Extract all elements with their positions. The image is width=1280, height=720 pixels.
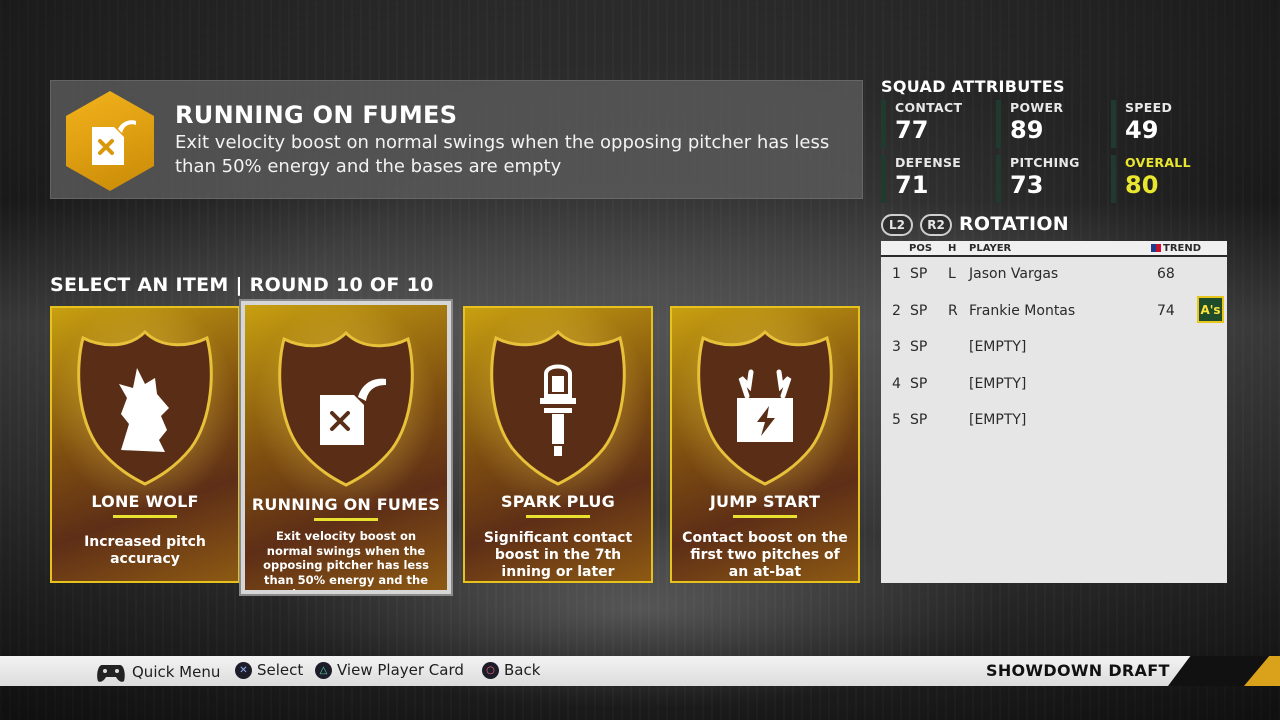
attr-overall: OVERALL 80 <box>1111 155 1211 203</box>
row-number: 5 <box>892 412 901 429</box>
attr-label: SPEED <box>1125 100 1173 115</box>
attr-contact: CONTACT 77 <box>881 100 981 148</box>
attr-label: DEFENSE <box>895 155 962 170</box>
attr-label: PITCHING <box>1010 155 1080 170</box>
card-divider <box>733 515 797 518</box>
controller-icon <box>97 665 125 682</box>
attr-speed: SPEED 49 <box>1111 100 1211 148</box>
l2-button[interactable]: L2 <box>881 214 913 236</box>
table-row[interactable]: 3 SP [EMPTY] <box>881 330 1227 367</box>
attr-label: POWER <box>1010 100 1064 115</box>
mode-title: SHOWDOWN DRAFT <box>986 661 1170 680</box>
row-pos: SP <box>910 266 928 282</box>
item-card-jump-start[interactable]: JUMP START Contact boost on the first tw… <box>670 306 860 583</box>
select-prompt[interactable]: ✕ Select <box>235 661 303 679</box>
cross-button-icon: ✕ <box>235 661 252 679</box>
row-number: 2 <box>892 302 901 319</box>
item-card-lone-wolf[interactable]: LONE WOLF Increased pitch accuracy <box>50 306 240 583</box>
card-divider <box>526 515 590 518</box>
card-name: LONE WOLF <box>91 492 199 511</box>
header-player: PLAYER <box>969 243 1012 254</box>
attr-value: 80 <box>1125 171 1159 199</box>
item-card-running-on-fumes[interactable]: RUNNING ON FUMES Exit velocity boost on … <box>239 299 453 596</box>
header-trend: TREND <box>1151 243 1201 254</box>
table-row[interactable]: 1 SP L Jason Vargas 68 <box>881 257 1227 294</box>
row-number: 3 <box>892 339 901 356</box>
row-hand: R <box>948 302 958 319</box>
card-divider <box>314 518 378 521</box>
row-pos: SP <box>910 339 928 356</box>
rotation-table: POS H PLAYER TREND 1 SP L Jason Vargas 6… <box>881 241 1227 583</box>
card-name: SPARK PLUG <box>501 492 615 511</box>
triangle-button-icon: △ <box>315 661 332 679</box>
row-pos: SP <box>910 412 928 429</box>
row-pos: SP <box>910 375 928 392</box>
attr-defense: DEFENSE 71 <box>881 155 981 203</box>
card-divider <box>113 515 177 518</box>
quick-menu-label: Quick Menu <box>132 663 221 681</box>
table-row[interactable]: 5 SP [EMPTY] <box>881 403 1227 440</box>
table-header: POS H PLAYER TREND <box>881 241 1227 257</box>
card-name: RUNNING ON FUMES <box>251 495 441 514</box>
team-logo: A's <box>1197 296 1224 323</box>
select-item-round-label: SELECT AN ITEM | ROUND 10 OF 10 <box>50 274 434 296</box>
header-pos: POS <box>909 243 933 254</box>
row-player: [EMPTY] <box>969 412 1027 429</box>
shield-emblem <box>77 329 213 486</box>
table-row[interactable]: 4 SP [EMPTY] <box>881 367 1227 404</box>
card-description: Significant contact boost in the 7th inn… <box>483 530 633 580</box>
attr-value: 77 <box>895 116 929 144</box>
row-number: 4 <box>892 375 901 392</box>
attr-label: CONTACT <box>895 100 963 115</box>
view-player-card-label: View Player Card <box>337 661 464 679</box>
attr-value: 73 <box>1010 171 1044 199</box>
item-card-spark-plug[interactable]: SPARK PLUG Significant contact boost in … <box>463 306 653 583</box>
attr-power: POWER 89 <box>996 100 1096 148</box>
back-label: Back <box>504 661 541 679</box>
banner-description: Exit velocity boost on normal swings whe… <box>175 132 830 177</box>
row-trend: 68 <box>1157 266 1175 282</box>
attr-value: 49 <box>1125 116 1159 144</box>
banner-title: RUNNING ON FUMES <box>175 101 458 129</box>
row-player: [EMPTY] <box>969 375 1027 392</box>
flag-icon <box>1151 244 1161 252</box>
fuel-can-icon <box>66 91 154 191</box>
card-description: Exit velocity boost on normal swings whe… <box>263 529 429 594</box>
attr-value: 71 <box>895 171 929 199</box>
row-player: Frankie Montas <box>969 302 1076 319</box>
row-player: [EMPTY] <box>969 339 1027 356</box>
table-row[interactable]: 2 SP R Frankie Montas 74 <box>881 294 1227 331</box>
select-label: Select <box>257 661 304 679</box>
circle-button-icon: ○ <box>482 661 499 679</box>
row-pos: SP <box>910 302 928 319</box>
rotation-title: ROTATION <box>959 213 1069 235</box>
shield-emblem <box>490 329 626 486</box>
r2-button[interactable]: R2 <box>920 214 952 236</box>
header-hand: H <box>948 243 957 254</box>
row-number: 1 <box>892 266 901 282</box>
view-player-card-prompt[interactable]: △ View Player Card <box>315 661 464 679</box>
card-name: JUMP START <box>709 492 821 511</box>
attr-value: 89 <box>1010 116 1044 144</box>
attr-pitching: PITCHING 73 <box>996 155 1096 203</box>
row-player: Jason Vargas <box>969 266 1059 282</box>
selected-item-banner: RUNNING ON FUMES Exit velocity boost on … <box>50 80 863 199</box>
row-trend: 74 <box>1157 302 1175 319</box>
row-hand: L <box>948 266 956 282</box>
quick-menu-prompt[interactable]: Quick Menu <box>96 661 220 683</box>
back-prompt[interactable]: ○ Back <box>482 661 540 679</box>
shield-emblem <box>697 329 833 486</box>
card-description: Increased pitch accuracy <box>84 534 206 567</box>
attr-label: OVERALL <box>1125 155 1191 170</box>
squad-attributes-title: SQUAD ATTRIBUTES <box>881 77 1065 96</box>
shield-emblem <box>278 330 414 487</box>
card-description: Contact boost on the first two pitches o… <box>682 530 848 580</box>
